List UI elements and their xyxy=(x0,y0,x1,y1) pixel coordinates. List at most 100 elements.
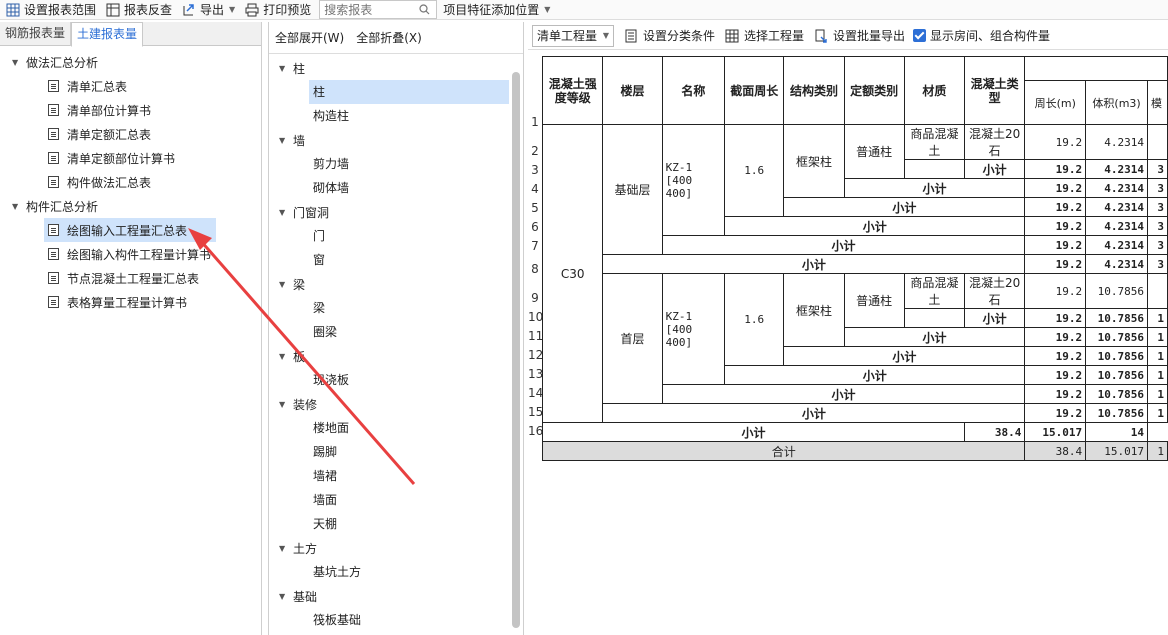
tree-subitem[interactable]: 踢脚 xyxy=(269,440,523,464)
cell-more: 14 xyxy=(1085,422,1148,442)
batch-export-button[interactable]: 设置批量导出 xyxy=(814,27,905,44)
expand-all-button[interactable]: 全部展开(W) xyxy=(275,29,344,46)
collapse-arrow-icon[interactable]: ▼ xyxy=(279,208,293,217)
category-label: 墙 xyxy=(293,133,306,148)
collapse-arrow-icon[interactable]: ▼ xyxy=(279,280,293,289)
tree-category[interactable]: ▼ 土方 xyxy=(269,536,523,560)
collapse-arrow-icon[interactable]: ▼ xyxy=(12,58,20,67)
cell-len: 19.2 xyxy=(1024,346,1087,366)
cell-subtotal-label: 小计 xyxy=(963,308,1026,328)
tree-category[interactable]: ▼ 墙 xyxy=(269,128,523,152)
tree-category[interactable]: ▼ 门窗洞 xyxy=(269,200,523,224)
cell-material: 商品混凝土 xyxy=(903,273,965,309)
tree-item[interactable]: 清单部位计算书 xyxy=(0,98,261,122)
col-header: 体积(m3) xyxy=(1085,80,1148,125)
tree-subitem[interactable]: 墙裙 xyxy=(269,464,523,488)
tree-item[interactable]: 清单定额汇总表 xyxy=(0,122,261,146)
col-group-header xyxy=(1024,55,1168,82)
tree-item[interactable]: 清单定额部位计算书 xyxy=(0,146,261,170)
add-position-dropdown[interactable]: 项目特征添加位置 ▼ xyxy=(437,0,554,20)
tree-subitem[interactable]: 基坑土方 xyxy=(269,560,523,584)
component-tree: ▼ 柱 柱 构造柱 ▼ 墙 剪力墙 砌体墙 ▼ 门窗洞 门 窗 ▼ 梁 梁 圈梁 ▼ 板 … xyxy=(269,54,523,632)
tree-subitem[interactable]: 门 xyxy=(269,224,523,248)
cell-len: 19.2 xyxy=(1024,403,1087,423)
collapse-arrow-icon[interactable]: ▼ xyxy=(279,544,293,553)
tree-item[interactable]: 表格算量工程量计算书 xyxy=(0,290,261,314)
cell-vol: 4.2314 xyxy=(1085,124,1148,160)
tree-subitem[interactable]: 窗 xyxy=(269,248,523,272)
show-room-label: 显示房间、组合构件量 xyxy=(930,29,1051,43)
tree-item-selected[interactable]: 绘图输入工程量汇总表 xyxy=(44,218,216,242)
print-preview-button[interactable]: 打印预览 xyxy=(239,0,315,20)
tree-category[interactable]: ▼ 梁 xyxy=(269,272,523,296)
print-preview-label: 打印预览 xyxy=(263,3,312,17)
tree-subitem[interactable]: 梁 xyxy=(269,296,523,320)
tree-subitem[interactable]: 砌体墙 xyxy=(269,176,523,200)
quantity-type-select[interactable]: 清单工程量 ▼ xyxy=(532,24,614,47)
show-room-checkbox[interactable] xyxy=(913,29,927,42)
tree-item[interactable]: 绘图输入构件工程量计算书 xyxy=(0,242,261,266)
tree-item[interactable]: 节点混凝土工程量汇总表 xyxy=(0,266,261,290)
tree-subitem[interactable]: 楼地面 xyxy=(269,416,523,440)
tree-subitem[interactable]: 剪力墙 xyxy=(269,152,523,176)
row-number: 15 xyxy=(528,405,544,419)
tree-subitem-selected[interactable]: 柱 xyxy=(309,80,509,104)
tab-rebar-report[interactable]: 钢筋报表量 xyxy=(0,22,72,46)
export-button[interactable]: 导出 ▼ xyxy=(176,0,239,20)
search-icon[interactable] xyxy=(419,4,430,15)
col-header: 名称 xyxy=(661,56,726,125)
table-row: 小计 19.2 10.7856 1 xyxy=(543,403,1168,423)
tab-civil-report[interactable]: 土建报表量 xyxy=(71,22,144,47)
category-label: 装修 xyxy=(293,397,318,412)
grid-icon xyxy=(6,3,20,16)
cell-len: 19.2 xyxy=(1024,235,1087,255)
cell-subtotal-label: 小计 xyxy=(843,327,1026,347)
col-header: 楼层 xyxy=(602,56,663,125)
table-total-row: 合计 38.4 15.017 1 xyxy=(541,441,1168,461)
tree-category[interactable]: ▼ 装修 xyxy=(269,392,523,416)
filter-list-icon xyxy=(625,29,637,42)
vertical-scrollbar[interactable] xyxy=(512,72,520,628)
cell-more: 3 xyxy=(1146,178,1168,198)
tree-subitem[interactable]: 墙面 xyxy=(269,488,523,512)
cell-floor: 首层 xyxy=(602,273,663,404)
col-header: 结构类别 xyxy=(783,56,845,125)
select-quantity-label: 选择工程量 xyxy=(744,29,805,43)
collapse-arrow-icon[interactable]: ▼ xyxy=(279,136,293,145)
tree-group-component-summary[interactable]: ▼ 构件汇总分析 xyxy=(0,194,261,218)
search-input[interactable] xyxy=(324,2,417,17)
row-number: 4 xyxy=(531,182,539,196)
row-number: 12 xyxy=(528,348,544,362)
tree-subitem[interactable]: 筏板基础 xyxy=(269,608,523,632)
tree-subitem[interactable]: 现浇板 xyxy=(269,368,523,392)
set-report-range-button[interactable]: 设置报表范围 xyxy=(0,0,100,20)
set-condition-button[interactable]: 设置分类条件 xyxy=(624,27,715,44)
cell-vol: 10.7856 xyxy=(1085,346,1148,366)
collapse-arrow-icon[interactable]: ▼ xyxy=(279,352,293,361)
tree-category[interactable]: ▼ 基础 xyxy=(269,584,523,608)
tree-subitem[interactable]: 天棚 xyxy=(269,512,523,536)
report-toolbar: 清单工程量 ▼ 设置分类条件 选择工程量 设置批量导出 显示房间、组合构件量 xyxy=(528,22,1168,50)
category-label: 柱 xyxy=(293,61,306,76)
collapse-all-button[interactable]: 全部折叠(X) xyxy=(356,29,422,46)
cell-empty xyxy=(903,308,965,328)
tree-item[interactable]: 清单汇总表 xyxy=(0,74,261,98)
collapse-arrow-icon[interactable]: ▼ xyxy=(279,592,293,601)
tree-category[interactable]: ▼ 柱 xyxy=(269,56,523,80)
collapse-arrow-icon[interactable]: ▼ xyxy=(12,202,20,211)
tree-category[interactable]: ▼ 板 xyxy=(269,344,523,368)
tree-subitem[interactable]: 圈梁 xyxy=(269,320,523,344)
report-reverse-check-button[interactable]: 报表反查 xyxy=(100,0,176,20)
tree-subitem[interactable]: 构造柱 xyxy=(269,104,523,128)
cell-len: 19.2 xyxy=(1024,254,1087,274)
collapse-arrow-icon[interactable]: ▼ xyxy=(279,400,293,409)
cell-vol: 4.2314 xyxy=(1085,197,1148,217)
tree-group-method-summary[interactable]: ▼ 做法汇总分析 xyxy=(0,50,261,74)
tree-item-label: 清单定额部位计算书 xyxy=(67,151,176,166)
cell-len: 19.2 xyxy=(1024,365,1087,385)
collapse-arrow-icon[interactable]: ▼ xyxy=(279,64,293,73)
document-icon xyxy=(48,224,59,236)
cell-more: 3 xyxy=(1146,216,1168,236)
select-quantity-button[interactable]: 选择工程量 xyxy=(725,27,804,44)
tree-item[interactable]: 构件做法汇总表 xyxy=(0,170,261,194)
